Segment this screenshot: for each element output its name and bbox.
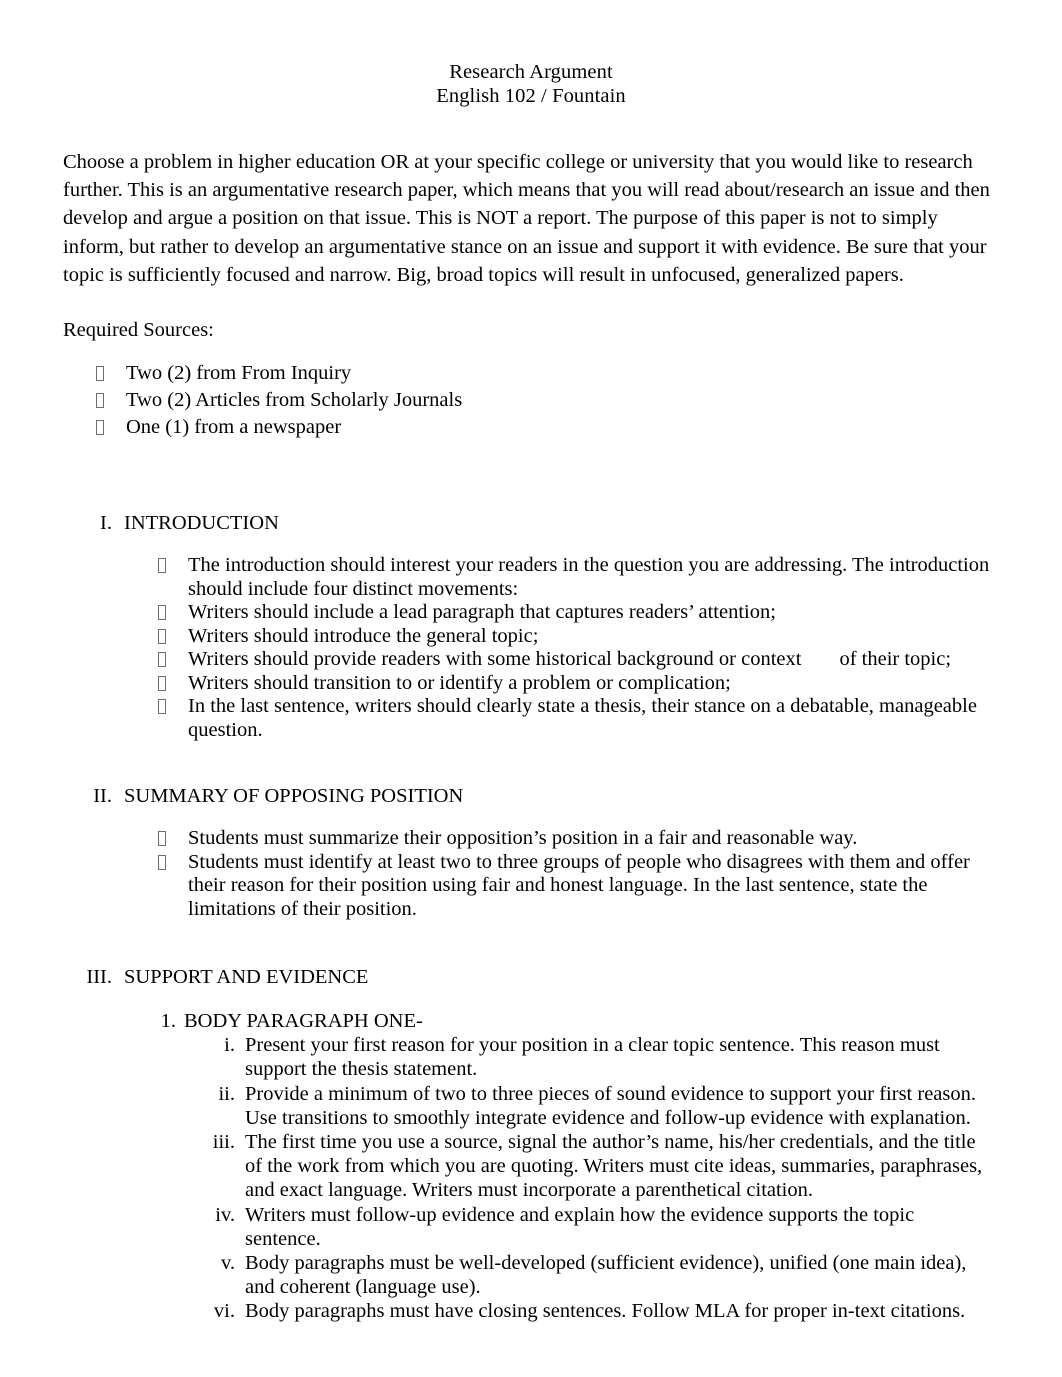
body-paragraph-roman-list: i. Present your first reason for your po… — [63, 1033, 995, 1323]
list-item-label: BODY PARAGRAPH ONE- — [184, 1010, 423, 1033]
list-item-label: Writers should provide readers with some… — [188, 648, 802, 671]
list-item-label: Body paragraphs must have closing senten… — [245, 1300, 966, 1323]
list-item-label: Writers must follow-up evidence and expl… — [245, 1203, 915, 1250]
section-title: INTRODUCTION — [124, 512, 279, 535]
required-sources-label: Required Sources: — [63, 319, 214, 342]
document-page: Research Argument English 102 / Fountain… — [0, 0, 1062, 1377]
list-item-marker: v. — [220, 1252, 235, 1275]
list-item-label: One (1) from a newspaper — [126, 416, 342, 439]
required-sources-list: Two (2) from From Inquiry Two (2) Articl… — [63, 344, 995, 441]
list-item: Students must summarize their opposition… — [63, 827, 995, 851]
introduction-bullet-list: The introduction should interest your re… — [63, 537, 995, 742]
list-item-label: Writers should introduce the general top… — [188, 624, 539, 647]
list-item: 1. BODY PARAGRAPH ONE- — [63, 1009, 995, 1033]
list-item-marker: i. — [224, 1034, 235, 1057]
list-item: Students must identify at least two to t… — [63, 851, 995, 922]
bullet-square-icon — [158, 554, 188, 601]
bullet-square-icon — [158, 695, 188, 742]
bullet-square-icon — [96, 414, 126, 441]
list-item-label: Writers should include a lead paragraph … — [188, 601, 776, 624]
list-item-label: Two (2) Articles from Scholarly Journals — [126, 389, 463, 412]
list-item: Two (2) Articles from Scholarly Journals — [63, 387, 995, 414]
list-item-label: Present your first reason for your posit… — [245, 1034, 940, 1081]
list-item: Writers should provide readers with some… — [63, 648, 995, 672]
list-item: Writers should include a lead paragraph … — [63, 601, 995, 625]
list-item-label: Two (2) from From Inquiry — [126, 362, 352, 385]
summary-bullet-list: Students must summarize their opposition… — [63, 810, 995, 921]
list-item: Two (2) from From Inquiry — [63, 360, 995, 387]
list-item-label: Body paragraphs must be well-developed (… — [245, 1252, 967, 1299]
list-item-label: The introduction should interest your re… — [188, 554, 990, 600]
section-heading-introduction: I. INTRODUCTION — [63, 441, 995, 537]
list-item-label: In the last sentence, writers should cle… — [188, 695, 977, 741]
list-item: v. Body paragraphs must be well-develope… — [63, 1251, 995, 1299]
list-item: ii. Provide a minimum of two to three pi… — [63, 1082, 995, 1130]
list-item-marker: iv. — [215, 1203, 235, 1226]
bullet-square-icon — [158, 625, 188, 649]
section-title: SUMMARY OF OPPOSING POSITION — [124, 785, 464, 808]
header-title-line: Research Argument — [449, 61, 613, 83]
bullet-square-icon — [158, 851, 188, 922]
section-numeral: III. — [86, 966, 112, 989]
section-numeral: II. — [93, 785, 112, 808]
bullet-square-icon — [96, 360, 126, 387]
list-item: One (1) from a newspaper — [63, 414, 995, 441]
list-item-label-split: Writers should provide readers with some… — [188, 648, 995, 672]
list-item-label: Students must summarize their opposition… — [188, 827, 858, 850]
bullet-square-icon — [158, 601, 188, 625]
list-item-label: Provide a minimum of two to three pieces… — [245, 1082, 977, 1129]
bullet-square-icon — [96, 387, 126, 414]
section-title: SUPPORT AND EVIDENCE — [124, 966, 369, 989]
list-item: Writers should introduce the general top… — [63, 625, 995, 649]
list-item: vi. Body paragraphs must have closing se… — [63, 1299, 995, 1323]
list-item: iv. Writers must follow-up evidence and … — [63, 1203, 995, 1251]
list-item-label-tail: of their topic; — [839, 648, 952, 671]
list-item: i. Present your first reason for your po… — [63, 1033, 995, 1081]
header-course-line: English 102 / Fountain — [436, 85, 626, 107]
bullet-square-icon — [158, 827, 188, 851]
list-item-marker: 1. — [160, 1010, 176, 1033]
list-item: In the last sentence, writers should cle… — [63, 695, 995, 742]
section-heading-support-and-evidence: III. SUPPORT AND EVIDENCE — [63, 921, 995, 991]
section-heading-summary-of-opposing-position: II. SUMMARY OF OPPOSING POSITION — [63, 742, 995, 810]
list-item-marker: iii. — [212, 1131, 235, 1154]
bullet-square-icon — [158, 672, 188, 696]
list-item: The introduction should interest your re… — [63, 554, 995, 601]
bullet-square-icon — [158, 648, 188, 672]
assignment-description-paragraph: Choose a problem in higher education OR … — [63, 151, 990, 286]
list-item-marker: ii. — [218, 1082, 235, 1105]
list-item-marker: vi. — [213, 1300, 235, 1323]
document-body: Choose a problem in higher education OR … — [63, 148, 995, 1324]
list-item: iii. The first time you use a source, si… — [63, 1130, 995, 1203]
body-paragraph-numbered-list: 1. BODY PARAGRAPH ONE- — [63, 991, 995, 1033]
document-header: Research Argument English 102 / Fountain — [0, 60, 1062, 108]
list-item-label: The first time you use a source, signal … — [245, 1131, 983, 1202]
section-numeral: I. — [100, 512, 112, 535]
list-item-label: Students must identify at least two to t… — [188, 850, 970, 920]
list-item-label: Writers should transition to or identify… — [188, 671, 731, 694]
list-item: Writers should transition to or identify… — [63, 672, 995, 696]
